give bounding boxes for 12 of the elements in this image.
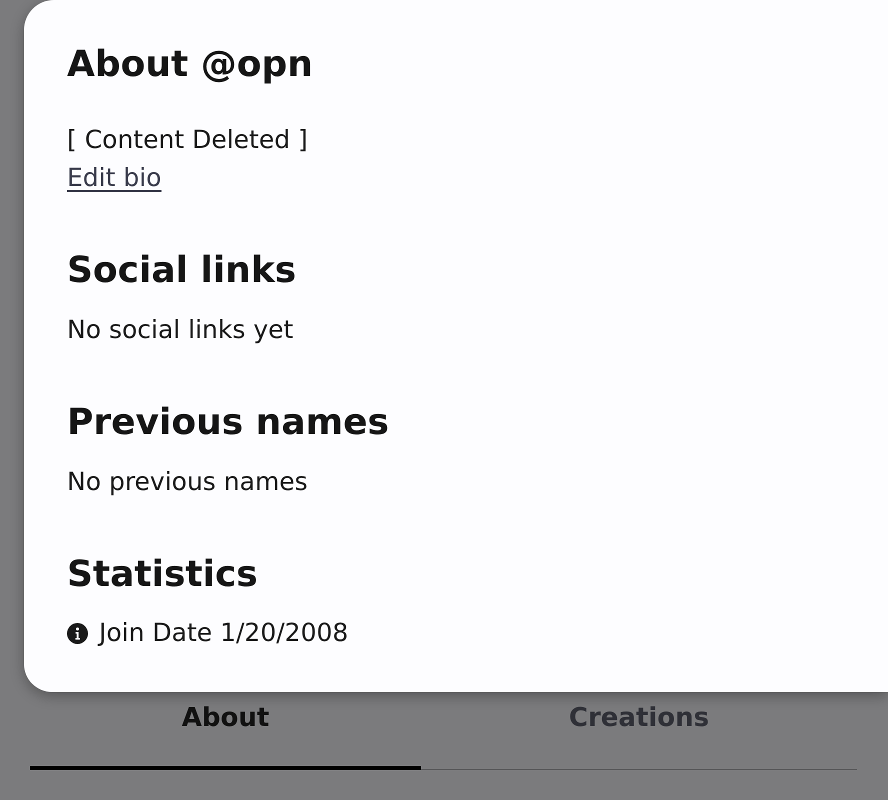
section-text: No previous names bbox=[67, 466, 308, 498]
section-heading: Social links bbox=[67, 249, 296, 293]
section-heading: Previous names bbox=[67, 401, 389, 445]
tab[interactable]: Creations bbox=[421, 692, 857, 770]
bio-text: [ Content Deleted ] bbox=[67, 124, 308, 156]
statistic-text: Join Date 1/20/2008 bbox=[99, 617, 348, 649]
section-text: No social links yet bbox=[67, 314, 294, 346]
panel-title: About @opn bbox=[67, 43, 313, 87]
section-heading: Statistics bbox=[67, 553, 258, 597]
tab[interactable]: About bbox=[30, 692, 421, 770]
info-icon bbox=[67, 622, 88, 644]
edit-bio-link[interactable]: Edit bio bbox=[67, 159, 162, 197]
